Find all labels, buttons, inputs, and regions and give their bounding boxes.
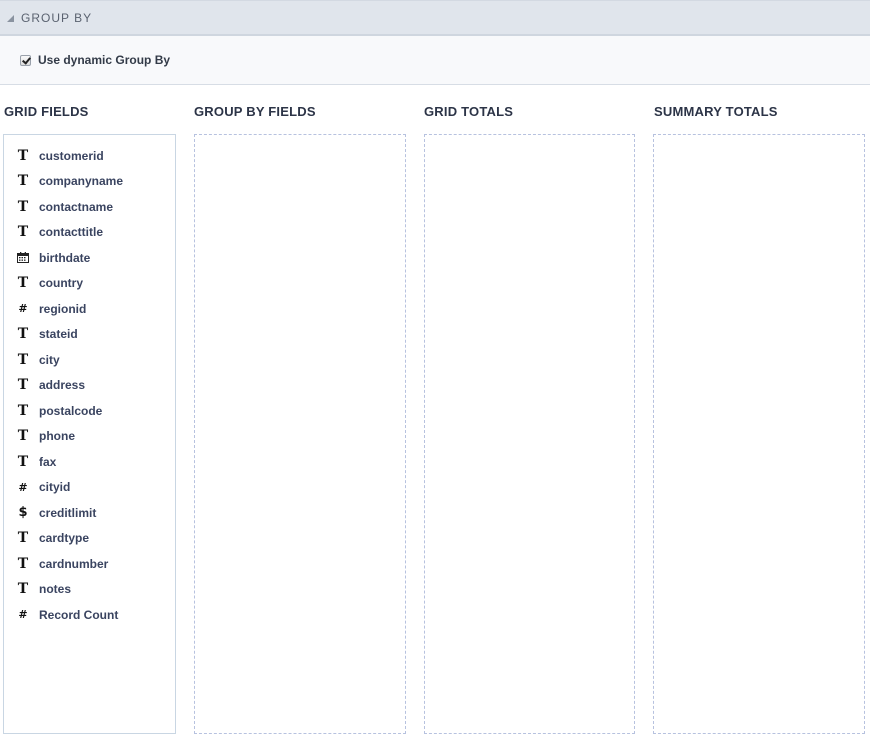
grid-fields-title: GRID FIELDS [4,104,89,119]
text-type-icon: T [17,198,29,215]
group-by-fields-dropzone[interactable] [194,134,406,734]
grid-totals-title: GRID TOTALS [424,104,514,119]
hash-icon: # [18,302,28,316]
text-type-icon: T [17,428,29,445]
grid-field-label: cityid [39,480,71,495]
grid-field-label: companyname [39,174,124,189]
grid-field-label: address [39,378,86,393]
grid-field-label: cardnumber [39,556,109,571]
grid-field-item[interactable]: Tnotes [4,577,175,603]
text-type-icon: T [17,377,29,394]
grid-field-label: city [39,352,60,367]
grid-field-label: cardtype [39,531,90,546]
text-type-icon: T [17,173,29,190]
grid-field-label: stateid [39,327,78,342]
grid-field-label: creditlimit [39,505,97,520]
grid-field-item[interactable]: Tpostalcode [4,398,175,424]
grid-field-label: notes [39,582,72,597]
grid-field-label: Record Count [39,607,119,622]
dollar-icon: $ [18,505,28,521]
text-type-icon: T [17,224,29,241]
text-type-icon: T [17,453,29,470]
grid-field-label: birthdate [39,250,91,265]
text-type-icon: T [17,581,29,598]
summary-totals-dropzone[interactable] [653,134,865,734]
text-type-icon: T [17,275,29,292]
grid-field-item[interactable]: Tcardnumber [4,551,175,577]
grid-field-item[interactable]: Tfax [4,449,175,475]
grid-field-item[interactable]: Tstateid [4,322,175,348]
options-bar: Use dynamic Group By [0,36,870,85]
grid-field-item[interactable]: birthdate [4,245,175,271]
grid-field-label: country [39,276,84,291]
grid-field-label: fax [39,454,57,469]
grid-field-item[interactable]: # cityid [4,475,175,501]
grid-field-item[interactable]: $ creditlimit [4,500,175,526]
grid-field-item[interactable]: Tcardtype [4,526,175,552]
grid-field-item[interactable]: Tcompanyname [4,169,175,195]
grid-field-item[interactable]: Tcountry [4,271,175,297]
hash-icon: # [18,480,28,494]
grid-field-item[interactable]: # regionid [4,296,175,322]
summary-totals-title: SUMMARY TOTALS [654,104,778,119]
dynamic-group-by-checkbox[interactable] [20,54,31,66]
text-type-icon: T [17,147,29,164]
calendar-icon [16,252,30,264]
grid-field-label: contactname [39,199,114,214]
grid-fields-items: Tcustomerid Tcompanyname Tcontactname Tcont… [4,135,175,628]
group-by-fields-title: GROUP BY FIELDS [194,104,316,119]
grid-field-label: contacttitle [39,225,104,240]
grid-field-item[interactable]: Tcity [4,347,175,373]
grid-field-label: phone [39,429,75,444]
text-type-icon: T [17,351,29,368]
grid-fields-list[interactable]: Tcustomerid Tcompanyname Tcontactname Tcont… [3,134,176,734]
grid-field-item[interactable]: Tphone [4,424,175,450]
text-type-icon: T [17,555,29,572]
grid-field-label: customerid [39,148,104,163]
text-type-icon: T [17,530,29,547]
grid-field-label: regionid [39,301,87,316]
hash-icon: # [18,608,28,622]
triangle-collapse-icon[interactable] [7,15,14,22]
grid-field-item[interactable]: Tcontactname [4,194,175,220]
grid-field-item[interactable]: # Record Count [4,602,175,628]
grid-field-label: postalcode [39,403,103,418]
group-by-section-header[interactable]: GROUP BY [0,0,870,36]
dynamic-group-by-label[interactable]: Use dynamic Group By [38,53,170,67]
grid-totals-dropzone[interactable] [424,134,635,734]
section-title: GROUP BY [21,10,93,25]
grid-field-item[interactable]: Tcustomerid [4,143,175,169]
grid-field-item[interactable]: Taddress [4,373,175,399]
text-type-icon: T [17,326,29,343]
text-type-icon: T [17,402,29,419]
grid-field-item[interactable]: Tcontacttitle [4,220,175,246]
